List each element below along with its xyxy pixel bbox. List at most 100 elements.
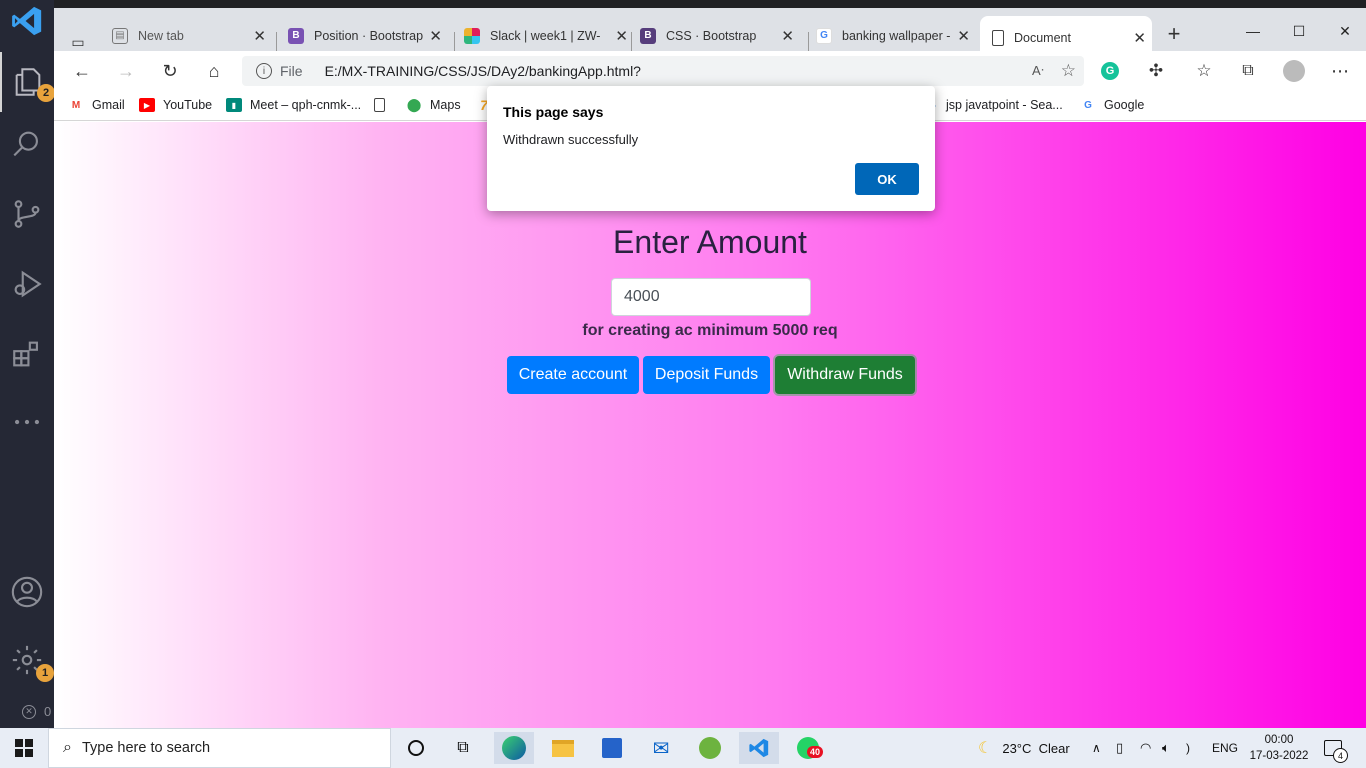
bookmark-meet[interactable]: ▮ Meet – qph-cnmk-...	[226, 95, 361, 115]
bootstrap-icon: B	[288, 27, 304, 44]
tab-title: banking wallpaper -	[842, 28, 951, 43]
ok-button[interactable]: OK	[855, 163, 919, 195]
vscode-activity-bar: 2 1 ✕ 0	[0, 0, 55, 728]
close-tab-icon[interactable]: ✕	[957, 27, 970, 45]
bookmark-label: Gmail	[92, 98, 125, 112]
problems-status[interactable]: ✕ 0	[22, 704, 51, 719]
favorites-icon[interactable]: ☆	[1190, 57, 1218, 85]
close-tab-icon[interactable]: ✕	[1133, 29, 1146, 47]
sound-icon[interactable]: 🔈︎	[1162, 728, 1170, 768]
spring-tool-icon[interactable]	[690, 732, 730, 764]
grammarly-icon[interactable]: G	[1096, 57, 1124, 85]
extensions-puzzle-icon[interactable]: ✣	[1142, 57, 1170, 85]
maximize-icon[interactable]: ☐	[1276, 16, 1322, 46]
new-tab-page-icon: ▤	[112, 27, 128, 44]
bookmark-label: jsp javatpoint - Sea...	[946, 98, 1063, 112]
task-view-icon[interactable]: ⧉	[443, 732, 483, 764]
bookmark-page[interactable]	[374, 95, 393, 115]
tab-position-bootstrap[interactable]: B Position · Bootstrap v ✕	[288, 20, 448, 51]
file-explorer-icon[interactable]	[543, 732, 583, 764]
clock-time: 00:00	[1264, 734, 1294, 746]
minimize-icon[interactable]: —	[1230, 16, 1276, 46]
show-hidden-icons-icon[interactable]: ∧	[1092, 728, 1101, 768]
file-scheme-label: File	[280, 63, 303, 79]
weather-text: 23°C Clear	[1002, 740, 1070, 756]
bookmark-youtube[interactable]: ▶ YouTube	[139, 95, 212, 115]
close-tab-icon[interactable]: ✕	[615, 27, 628, 45]
youtube-icon: ▶	[139, 98, 155, 112]
search-icon[interactable]	[0, 120, 54, 168]
wifi-icon[interactable]: ◠	[1140, 728, 1151, 768]
edge-browser-icon[interactable]	[494, 732, 534, 764]
weather-widget[interactable]: ☾ 23°C Clear	[978, 728, 1070, 768]
speaker-volume-icon[interactable]: )	[1186, 728, 1190, 768]
withdraw-funds-button[interactable]: Withdraw Funds	[775, 356, 915, 394]
whatsapp-badge: 40	[807, 746, 824, 758]
dialog-message: Withdrawn successfully	[503, 132, 639, 147]
collections-icon[interactable]: ⧉	[1234, 57, 1262, 85]
close-window-icon[interactable]: ✕	[1322, 16, 1366, 46]
deposit-funds-button[interactable]: Deposit Funds	[643, 356, 770, 394]
action-center-icon[interactable]: 4	[1324, 728, 1348, 768]
menu-more-icon[interactable]: ⋯	[1326, 57, 1354, 85]
read-aloud-icon[interactable]: Aᐧ	[1032, 63, 1044, 79]
address-bar[interactable]: i File E:/MX-TRAINING/CSS/JS/DAy2/bankin…	[242, 56, 1084, 86]
mail-icon[interactable]: ✉	[641, 732, 681, 764]
language-indicator[interactable]: ENG	[1212, 728, 1238, 768]
tab-divider	[631, 32, 632, 52]
explorer-icon[interactable]: 2	[0, 52, 55, 112]
slack-icon	[464, 27, 480, 44]
google-meet-icon: ▮	[226, 98, 242, 112]
browser-toolbar: ← → ↻ ⌂ i File E:/MX-TRAINING/CSS/JS/DAy…	[54, 51, 1366, 89]
tab-css-bootstrap[interactable]: B CSS · Bootstrap ✕	[640, 20, 800, 51]
tab-new-tab[interactable]: ▤ New tab ✕	[112, 20, 272, 51]
maps-pin-icon: ⬤	[406, 97, 422, 112]
page-icon	[374, 98, 385, 112]
tab-strip: ▭ ▤ New tab ✕ B Position · Bootstrap v ✕…	[54, 0, 1366, 59]
profile-avatar-icon[interactable]	[1280, 57, 1308, 85]
close-tab-icon[interactable]: ✕	[781, 27, 794, 45]
settings-badge: 1	[36, 664, 54, 682]
settings-gear-icon[interactable]: 1	[0, 636, 54, 684]
bookmark-label: Meet – qph-cnmk-...	[250, 98, 362, 112]
forward-arrow-icon[interactable]: →	[112, 57, 140, 85]
create-account-button[interactable]: Create account	[507, 356, 639, 394]
vscode-taskbar-icon[interactable]	[739, 732, 779, 764]
bootstrap-icon: B	[640, 27, 656, 44]
taskbar-search-box[interactable]: ⌕ Type here to search	[48, 728, 391, 768]
tab-banking-wallpaper[interactable]: G banking wallpaper - ✕	[816, 20, 976, 51]
close-tab-icon[interactable]: ✕	[429, 27, 442, 45]
gmail-icon: M	[71, 99, 81, 111]
bookmark-maps[interactable]: ⬤ Maps	[406, 95, 461, 115]
add-favorite-icon[interactable]: ☆	[1061, 61, 1076, 81]
source-control-icon[interactable]	[0, 190, 54, 238]
google-icon: G	[1084, 99, 1092, 111]
extensions-icon[interactable]	[0, 330, 54, 378]
back-arrow-icon[interactable]: ←	[68, 57, 96, 85]
windows-start-icon[interactable]	[4, 732, 44, 764]
bookmark-label: YouTube	[163, 98, 213, 112]
google-icon: G	[816, 27, 832, 44]
error-icon: ✕	[22, 704, 36, 719]
clock[interactable]: 00:00 17-03-2022	[1248, 728, 1310, 768]
whatsapp-icon[interactable]: 40	[788, 732, 828, 764]
amount-input[interactable]: 4000	[611, 278, 811, 316]
run-debug-icon[interactable]	[0, 260, 54, 308]
battery-icon[interactable]: ▯	[1116, 728, 1123, 768]
account-icon[interactable]	[0, 568, 54, 616]
search-icon: ⌕	[63, 739, 72, 756]
tab-slack[interactable]: Slack | week1 | ZW-M ✕	[464, 20, 634, 51]
new-tab-plus-icon[interactable]: +	[1160, 20, 1188, 48]
tab-divider	[276, 32, 277, 52]
explorer-badge: 2	[37, 84, 55, 102]
bookmark-javatpoint[interactable]: ↳ jsp javatpoint - Sea...	[928, 95, 1063, 115]
close-tab-icon[interactable]: ✕	[253, 27, 266, 45]
bookmark-gmail[interactable]: M Gmail	[68, 95, 125, 115]
bookmark-google[interactable]: G Google	[1080, 95, 1144, 115]
microsoft-store-icon[interactable]	[592, 732, 632, 764]
home-icon[interactable]: ⌂	[200, 57, 228, 85]
info-icon[interactable]: i	[256, 63, 272, 79]
more-icon[interactable]	[0, 398, 54, 446]
refresh-icon[interactable]: ↻	[156, 57, 184, 85]
cortana-icon[interactable]	[396, 732, 436, 764]
